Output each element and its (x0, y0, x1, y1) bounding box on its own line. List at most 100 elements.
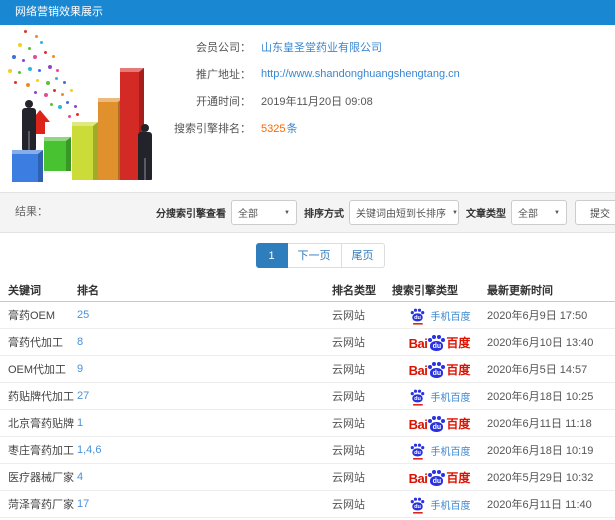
engine-cell: du 手机百度 (392, 388, 487, 406)
confetti-dot (56, 69, 59, 72)
bar-0 (12, 150, 43, 182)
column-header-4: 最新更新时间 (487, 284, 553, 297)
table-row[interactable]: 菏泽膏药厂家 17 云网站 du 手机百度 2020年6月11日 11:40 (0, 491, 615, 518)
engine-cell: Bai du 百度 (392, 361, 487, 378)
table-row[interactable]: 北京膏药贴牌 1 云网站 Bai du 百度 2020年6月11日 11:18 (0, 410, 615, 437)
rank-link[interactable]: 17 (77, 498, 89, 510)
info-section: 会员公司： 山东皇圣堂药业有限公司 推广地址： http://www.shandong… (0, 25, 615, 192)
column-header-1: 排名 (77, 284, 99, 297)
keyword-cell: 药贴牌代加工 (8, 391, 74, 403)
confetti-dot (63, 81, 66, 84)
chevron-down-icon: ▼ (452, 209, 458, 216)
baidu-paw-icon: du (410, 443, 424, 460)
keyword-cell: 膏药OEM (8, 310, 56, 322)
baidu-logo[interactable]: Bai du 百度 (409, 415, 470, 432)
keyword-cell: 北京膏药贴牌 (8, 418, 74, 430)
table-row[interactable]: 药贴牌代加工 27 云网站 du 手机百度 2020年6月18日 10:25 (0, 383, 615, 410)
engine-rank-count-value: 5325条 (261, 120, 297, 136)
engine-rank-count-unit[interactable]: 条 (286, 123, 297, 135)
baidu-logo[interactable]: Bai du 百度 (408, 334, 470, 351)
rank-link[interactable]: 27 (77, 390, 89, 402)
baidu-logo[interactable]: Bai du 百度 (409, 361, 470, 378)
confetti-dot (18, 71, 21, 74)
mobile-baidu-logo[interactable]: du 手机百度 (409, 496, 471, 514)
rank-link[interactable]: 1 (77, 417, 83, 429)
table-row[interactable]: 膏药代加工 8 云网站 Bai du 百度 2020年6月10日 13:40 (0, 329, 615, 356)
rank-type-cell: 云网站 (332, 445, 365, 457)
baidu-paw-icon: du (410, 308, 424, 325)
table-row[interactable]: OEM代加工 9 云网站 Bai du 百度 2020年6月5日 14:57 (0, 356, 615, 383)
confetti-dot (36, 79, 39, 82)
update-time-cell: 2020年6月10日 13:40 (487, 337, 594, 349)
last-page-button[interactable]: 尾页 (341, 243, 385, 268)
baidu-logo[interactable]: Bai du 百度 (409, 469, 471, 486)
confetti-dot (55, 77, 58, 80)
table-row[interactable]: 医疗器械厂家 4 云网站 Bai du 百度 2020年5月29日 10:32 (0, 464, 615, 491)
rank-link[interactable]: 1,4,6 (77, 444, 101, 456)
mobile-baidu-logo[interactable]: du 手机百度 (409, 388, 471, 406)
rank-link[interactable]: 25 (77, 309, 89, 321)
confetti-dot (22, 59, 25, 62)
confetti-dot (52, 55, 55, 58)
rank-cell: 25 (77, 309, 332, 321)
mobile-baidu-logo[interactable]: du 手机百度 (409, 307, 471, 325)
next-page-button[interactable]: 下一页 (287, 243, 342, 268)
table-body: 膏药OEM 25 云网站 du 手机百度 2020年6月9日 17:50 膏药代加工 8 云网站… (0, 302, 615, 518)
keyword-cell: 膏药代加工 (8, 337, 63, 349)
update-time-cell: 2020年6月11日 11:18 (487, 418, 592, 430)
confetti-dot (18, 43, 22, 47)
member-company-value[interactable]: 山东皇圣堂药业有限公司 (261, 39, 382, 55)
chevron-down-icon: ▼ (554, 209, 560, 216)
baidu-logo-bai: Bai (408, 335, 428, 351)
baidu-paw-icon: du (410, 497, 424, 514)
confetti-dot (74, 105, 77, 108)
confetti-dot (66, 101, 69, 104)
rank-type-cell: 云网站 (332, 337, 365, 349)
mobile-baidu-label: 手机百度 (430, 446, 471, 458)
article-type-filter-select[interactable]: 全部 ▼ (511, 200, 567, 225)
engine-rank-count-label: 搜索引擎排名： (174, 122, 251, 135)
engine-filter-select[interactable]: 全部 ▼ (231, 200, 297, 225)
engine-filter-value: 全部 (238, 209, 258, 220)
engine-cell: Bai du 百度 (392, 334, 487, 351)
page-title: 网络营销效果展示 (15, 6, 103, 18)
filter-controls: 分搜索引擎查看 全部 ▼ 排序方式 关键词由短到长排序 ▼ 文章类型 全部 ▼ … (149, 193, 615, 232)
baidu-paw-icon: du (428, 415, 446, 432)
sort-filter-label: 排序方式 (304, 209, 344, 220)
page-1-button[interactable]: 1 (255, 243, 288, 268)
submit-button[interactable]: 提交 (575, 200, 615, 225)
engine-cell: Bai du 百度 (392, 415, 487, 432)
confetti-dot (24, 30, 27, 33)
column-header-0: 关键词 (8, 284, 41, 297)
baidu-paw-icon: du (410, 389, 424, 406)
baidu-logo-baidu: 百度 (446, 470, 471, 485)
up-arrow-icon (30, 108, 53, 134)
update-time-cell: 2020年6月18日 10:19 (487, 445, 594, 457)
pagination: 1 下一页 尾页 (0, 243, 615, 268)
promo-url-value[interactable]: http://www.shandonghuangshengtang.cn (261, 68, 460, 80)
engine-cell: du 手机百度 (392, 442, 487, 460)
baidu-paw-icon: du (428, 469, 446, 486)
mobile-baidu-label: 手机百度 (430, 500, 471, 512)
chevron-down-icon: ▼ (284, 209, 290, 216)
table-row[interactable]: 枣庄膏药加工 1,4,6 云网站 du 手机百度 2020年6月18日 10:19 (0, 437, 615, 464)
mobile-baidu-logo[interactable]: du 手机百度 (409, 442, 471, 460)
rank-cell: 9 (77, 363, 332, 375)
rank-link[interactable]: 9 (77, 363, 83, 375)
rank-link[interactable]: 4 (77, 471, 83, 483)
confetti-dot (26, 83, 30, 87)
mobile-baidu-label: 手机百度 (430, 392, 471, 404)
confetti-dot (70, 89, 73, 92)
baidu-paw-icon: du (428, 361, 446, 378)
sort-filter-select[interactable]: 关键词由短到长排序 ▼ (349, 200, 459, 225)
engine-rank-count-number: 5325 (261, 122, 286, 135)
article-type-filter-label: 文章类型 (466, 209, 506, 220)
header-bar: 网络营销效果展示 (0, 0, 615, 25)
confetti-dot (38, 69, 41, 72)
businessman-right (138, 124, 152, 180)
rank-link[interactable]: 8 (77, 336, 83, 348)
table-row[interactable]: 膏药OEM 25 云网站 du 手机百度 2020年6月9日 17:50 (0, 302, 615, 329)
mobile-baidu-label: 手机百度 (430, 311, 471, 323)
confetti-dot (46, 81, 50, 85)
confetti-dot (44, 93, 48, 97)
